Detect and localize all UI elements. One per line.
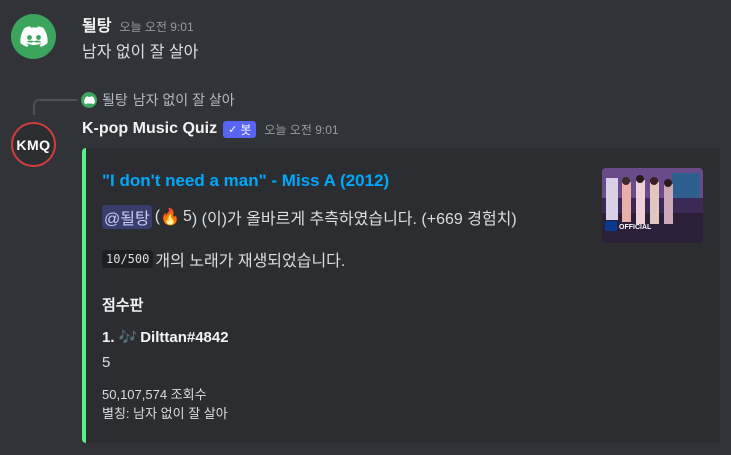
reply-preview[interactable]: 될탕 남자 없이 잘 살아 xyxy=(81,90,235,110)
streak-count: 5 xyxy=(182,208,192,225)
progress-code: 10/500 xyxy=(102,250,154,268)
username[interactable]: 될탕 xyxy=(82,12,111,36)
bot-avatar-text: KMQ xyxy=(16,136,51,153)
guess-text: ) (이)가 올바르게 추측하였습니다. (+669 경험치) xyxy=(191,211,517,228)
bot-username[interactable]: K-pop Music Quiz xyxy=(82,120,217,138)
view-count: 50,107,574 조회수 xyxy=(102,387,207,402)
progress-line: 10/500 개의 노래가 재생되었습니다. xyxy=(102,247,345,271)
reply-avatar-icon xyxy=(81,92,97,108)
reply-text: 남자 없이 잘 살아 xyxy=(132,92,235,108)
user-mention[interactable]: @될탕 xyxy=(102,205,152,229)
verified-check-icon: ✓ xyxy=(228,123,238,136)
discord-logo-icon xyxy=(19,25,48,47)
reply-username: 될탕 xyxy=(102,92,128,108)
embed-description: @될탕 ( 🔥 5 ) (이)가 올바르게 추측하였습니다. (+669 경험치… xyxy=(102,205,517,229)
leader-entry: 1. 🎶 Dilttan#4842 xyxy=(102,328,229,347)
message-header: K-pop Music Quiz ✓ 봇 오늘 오전 9:01 xyxy=(82,120,339,138)
music-notes-icon: 🎶 xyxy=(118,329,138,346)
message-content: 남자 없이 잘 살아 xyxy=(82,44,199,61)
fire-icon: 🔥 xyxy=(160,209,180,226)
reply-connector xyxy=(33,99,77,115)
video-still-image xyxy=(602,168,703,243)
bot-tag-label: 봇 xyxy=(240,122,252,137)
progress-text: 개의 노래가 재생되었습니다. xyxy=(155,253,346,270)
leader-rank: 1. xyxy=(102,328,115,346)
user-avatar[interactable] xyxy=(11,14,56,59)
embed-thumbnail[interactable]: OFFICIAL xyxy=(602,168,703,243)
embed-title[interactable]: "I don't need a man" - Miss A (2012) xyxy=(102,171,389,191)
embed: "I don't need a man" - Miss A (2012) @될탕… xyxy=(82,148,720,443)
message-header: 될탕 오늘 오전 9:01 xyxy=(82,12,194,36)
official-badge: OFFICIAL xyxy=(619,224,652,231)
timestamp: 오늘 오전 9:01 xyxy=(264,122,339,137)
leader-score: 5 xyxy=(102,354,111,371)
song-alias: 별칭: 남자 없이 잘 살아 xyxy=(102,406,228,421)
bot-avatar[interactable]: KMQ xyxy=(11,122,56,167)
timestamp: 오늘 오전 9:01 xyxy=(119,20,194,34)
leader-name: Dilttan#4842 xyxy=(140,328,229,346)
bot-tag: ✓ 봇 xyxy=(223,120,257,138)
scoreboard-title: 점수판 xyxy=(102,297,144,314)
